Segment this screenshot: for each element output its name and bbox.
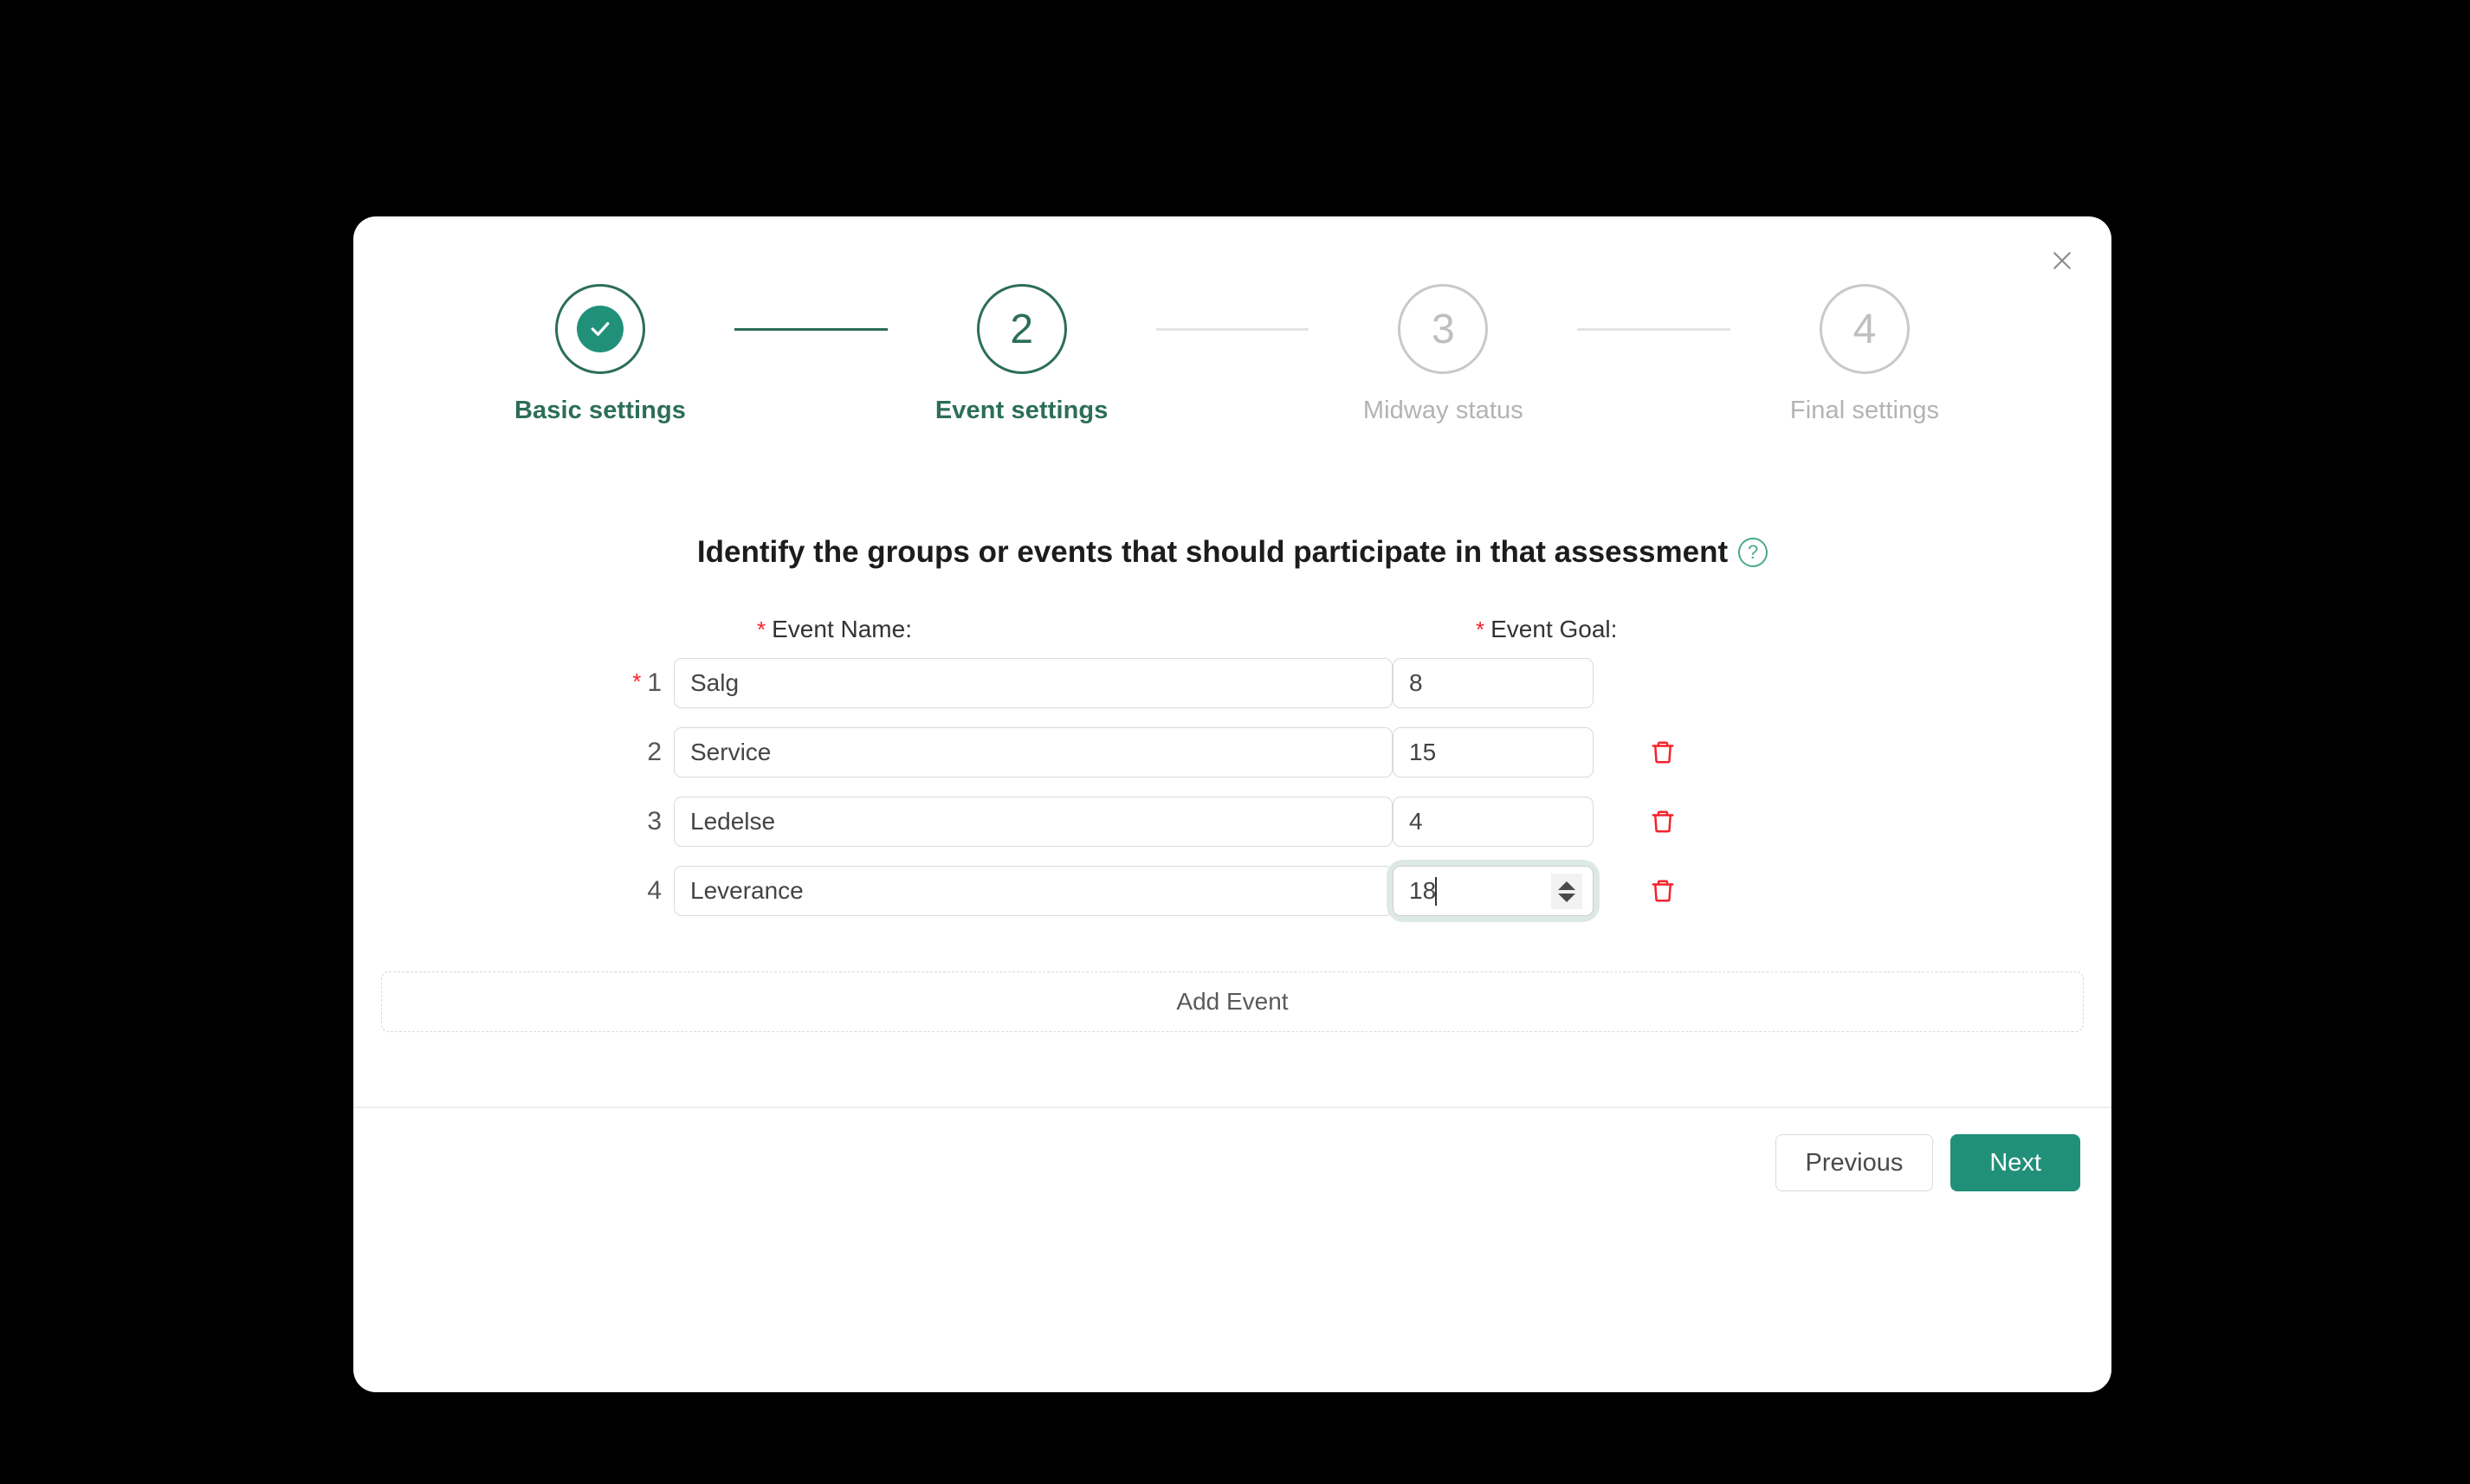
step-circle-2: 2 xyxy=(976,284,1067,374)
event-goal-wrap-1 xyxy=(1393,658,1594,708)
event-name-input-2[interactable] xyxy=(674,727,1393,777)
row-index-2: 2 xyxy=(647,738,674,767)
dialog-heading-text: Identify the groups or events that shoul… xyxy=(696,535,1729,569)
step-connector-2-3 xyxy=(1155,328,1309,331)
event-name-cell-1 xyxy=(674,658,1393,708)
header-event-name-colon: : xyxy=(905,616,912,642)
step-basic-settings[interactable]: Basic settings xyxy=(466,284,734,425)
previous-button[interactable]: Previous xyxy=(1775,1134,1934,1191)
event-goal-wrap-4 xyxy=(1393,866,1594,916)
row-index-4: 4 xyxy=(647,876,674,906)
header-event-goal: * Event Goal: xyxy=(1476,616,1701,643)
step-circle-4: 4 xyxy=(1820,284,1911,374)
event-goal-input-1[interactable] xyxy=(1393,658,1594,708)
wizard-stepper: Basic settings 2 Event settings 3 Midway… xyxy=(353,284,2111,425)
footer-divider xyxy=(353,1107,2111,1108)
step-label-3: Midway status xyxy=(1362,397,1523,424)
step-circle-3: 3 xyxy=(1398,284,1489,374)
event-goal-wrap-3 xyxy=(1393,797,1594,847)
event-name-input-1[interactable] xyxy=(674,658,1393,708)
event-name-input-4[interactable] xyxy=(674,866,1393,916)
row-index-label: 2 xyxy=(647,738,662,766)
event-name-cell-4 xyxy=(674,866,1393,916)
event-goal-cell-1 xyxy=(1393,658,1618,708)
step-event-settings[interactable]: 2 Event settings xyxy=(888,284,1156,425)
trash-icon[interactable] xyxy=(1644,872,1682,910)
event-name-input-3[interactable] xyxy=(674,797,1393,847)
delete-placeholder xyxy=(1644,664,1682,702)
next-button[interactable]: Next xyxy=(1950,1134,2080,1191)
help-icon[interactable]: ? xyxy=(1738,538,1768,567)
event-name-cell-2 xyxy=(674,727,1393,777)
header-event-name-label: Event Name xyxy=(772,616,906,642)
header-event-goal-colon: : xyxy=(1610,616,1618,642)
event-goal-cell-3 xyxy=(1393,797,1618,847)
trash-icon[interactable] xyxy=(1644,803,1682,841)
row-index-label: 1 xyxy=(647,668,662,697)
row-index-1: * 1 xyxy=(632,668,674,698)
event-row: * 1 xyxy=(353,648,2111,718)
delete-cell-2 xyxy=(1618,733,1713,771)
header-event-name: * Event Name: xyxy=(757,616,1476,643)
wizard-dialog: Basic settings 2 Event settings 3 Midway… xyxy=(353,216,2111,1392)
step-label-2: Event settings xyxy=(934,397,1109,424)
form-column-headers: * Event Name: * Event Goal: xyxy=(353,610,2111,648)
delete-cell-4 xyxy=(1618,872,1713,910)
trash-icon[interactable] xyxy=(1644,733,1682,771)
row-index-3: 3 xyxy=(647,807,674,836)
step-circle-1 xyxy=(555,284,645,374)
event-row: 3 xyxy=(353,787,2111,856)
row-index-label: 3 xyxy=(647,807,662,836)
required-asterisk: * xyxy=(757,616,766,642)
event-goal-cell-2 xyxy=(1393,727,1618,777)
screen-backdrop: Basic settings 2 Event settings 3 Midway… xyxy=(0,0,2470,1484)
step-label-1: Basic settings xyxy=(514,397,687,424)
step-midway-status[interactable]: 3 Midway status xyxy=(1309,284,1577,425)
required-asterisk: * xyxy=(632,668,642,694)
check-icon xyxy=(577,306,624,352)
event-goal-wrap-2 xyxy=(1393,727,1594,777)
event-goal-cell-4 xyxy=(1393,866,1618,916)
step-connector-3-4 xyxy=(1577,328,1731,331)
add-event-button[interactable]: Add Event xyxy=(381,971,2084,1032)
header-event-goal-label: Event Goal xyxy=(1490,616,1611,642)
step-final-settings[interactable]: 4 Final settings xyxy=(1730,284,1999,425)
event-row: 2 xyxy=(353,718,2111,787)
text-caret xyxy=(1435,877,1437,906)
number-stepper[interactable] xyxy=(1551,874,1582,909)
event-goal-input-2[interactable] xyxy=(1393,727,1594,777)
event-row: 4 xyxy=(353,856,2111,926)
step-connector-1-2 xyxy=(734,328,888,331)
dialog-heading: Identify the groups or events that shoul… xyxy=(353,535,2111,570)
stepper-up-icon[interactable] xyxy=(1558,881,1575,890)
event-goal-input-3[interactable] xyxy=(1393,797,1594,847)
delete-cell-1 xyxy=(1618,664,1713,702)
delete-cell-3 xyxy=(1618,803,1713,841)
step-label-4: Final settings xyxy=(1789,397,1940,424)
stepper-down-icon[interactable] xyxy=(1558,893,1575,902)
event-form: * Event Name: * Event Goal: * 1 Salg 8 2… xyxy=(353,610,2111,926)
event-name-cell-3 xyxy=(674,797,1393,847)
row-index-label: 4 xyxy=(647,876,662,905)
close-icon[interactable] xyxy=(2042,241,2082,281)
required-asterisk: * xyxy=(1476,616,1485,642)
dialog-footer: Previous Next xyxy=(1775,1134,2080,1191)
